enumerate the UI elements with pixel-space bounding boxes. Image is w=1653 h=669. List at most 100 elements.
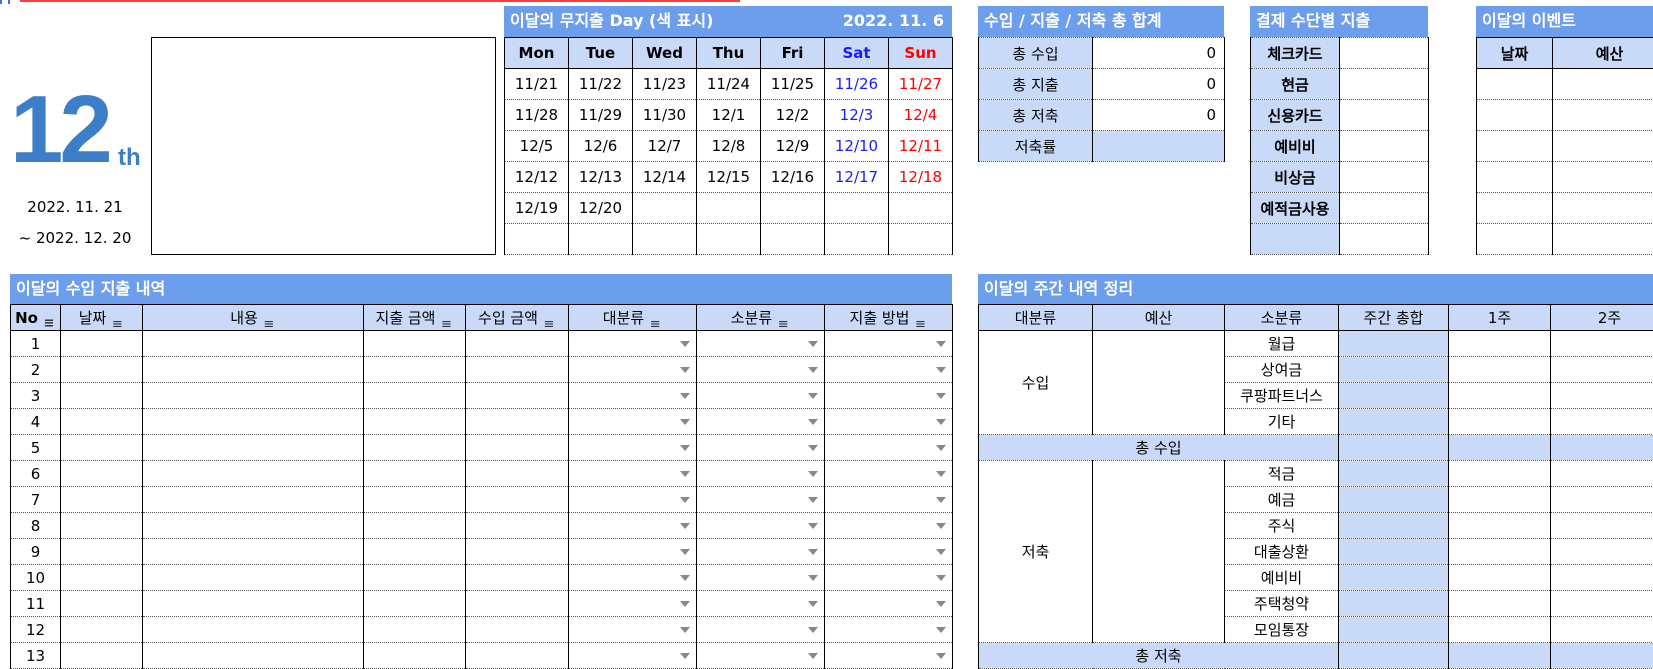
filter-icon[interactable] xyxy=(439,314,453,324)
calendar-cell[interactable]: 12/13 xyxy=(569,162,633,193)
payment-value[interactable] xyxy=(1340,162,1429,193)
ledger-cell[interactable] xyxy=(466,487,569,513)
calendar-cell[interactable]: 12/14 xyxy=(633,162,697,193)
weekly-cell[interactable] xyxy=(1449,539,1551,565)
ledger-cell[interactable] xyxy=(364,435,466,461)
weekly-cell[interactable] xyxy=(1551,331,1653,357)
ledger-cell[interactable] xyxy=(364,591,466,617)
calendar-cell[interactable] xyxy=(825,193,889,224)
ledger-cell[interactable] xyxy=(61,435,143,461)
ledger-cell[interactable] xyxy=(143,565,364,591)
subcategory-dropdown[interactable] xyxy=(697,331,825,357)
weekly-cell[interactable] xyxy=(1449,409,1551,435)
weekly-total-cell[interactable] xyxy=(1339,331,1449,357)
ledger-cell[interactable] xyxy=(466,617,569,643)
calendar-cell[interactable]: 12/12 xyxy=(505,162,569,193)
ledger-cell[interactable] xyxy=(466,383,569,409)
method-dropdown[interactable] xyxy=(825,409,953,435)
payment-value[interactable] xyxy=(1340,38,1429,69)
calendar-cell[interactable]: 11/27 xyxy=(889,69,953,100)
ledger-cell[interactable] xyxy=(61,461,143,487)
subcategory-dropdown[interactable] xyxy=(697,357,825,383)
event-cell[interactable] xyxy=(1553,193,1653,224)
event-cell[interactable] xyxy=(1477,193,1553,224)
ledger-col-date[interactable]: 날짜 xyxy=(61,305,143,331)
ledger-col-content[interactable]: 내용 xyxy=(143,305,364,331)
ledger-col-method[interactable]: 지출 방법 xyxy=(825,305,953,331)
weekly-cell[interactable] xyxy=(1551,539,1653,565)
ledger-cell[interactable] xyxy=(61,565,143,591)
weekly-total-cell[interactable] xyxy=(1339,643,1449,669)
calendar-cell[interactable]: 11/24 xyxy=(697,69,761,100)
ledger-cell[interactable] xyxy=(61,591,143,617)
subcategory-dropdown[interactable] xyxy=(697,435,825,461)
ledger-cell[interactable] xyxy=(143,539,364,565)
filter-icon[interactable] xyxy=(648,314,662,324)
method-dropdown[interactable] xyxy=(825,513,953,539)
ledger-cell[interactable] xyxy=(364,643,466,669)
category-dropdown[interactable] xyxy=(569,565,697,591)
calendar-cell[interactable] xyxy=(889,224,953,255)
weekly-cell[interactable] xyxy=(1449,591,1551,617)
weekly-cell[interactable] xyxy=(1551,383,1653,409)
filter-icon[interactable] xyxy=(913,314,927,324)
weekly-total-cell[interactable] xyxy=(1339,617,1449,643)
weekly-cell[interactable] xyxy=(1551,357,1653,383)
ledger-cell[interactable] xyxy=(466,461,569,487)
ledger-col-no[interactable]: No xyxy=(11,305,61,331)
payment-value[interactable] xyxy=(1340,69,1429,100)
ledger-cell[interactable] xyxy=(466,643,569,669)
calendar-cell[interactable] xyxy=(633,193,697,224)
category-dropdown[interactable] xyxy=(569,435,697,461)
category-dropdown[interactable] xyxy=(569,487,697,513)
weekly-total-cell[interactable] xyxy=(1339,487,1449,513)
weekly-total-cell[interactable] xyxy=(1339,591,1449,617)
filter-icon[interactable] xyxy=(262,314,276,324)
ledger-cell[interactable] xyxy=(364,357,466,383)
weekly-cell[interactable] xyxy=(1449,617,1551,643)
calendar-cell[interactable] xyxy=(505,224,569,255)
calendar-cell[interactable]: 12/6 xyxy=(569,131,633,162)
ledger-cell[interactable] xyxy=(61,643,143,669)
payment-value[interactable] xyxy=(1340,100,1429,131)
ledger-cell[interactable] xyxy=(61,357,143,383)
totals-value-savings[interactable]: 0 xyxy=(1093,100,1225,131)
ledger-cell[interactable] xyxy=(364,383,466,409)
calendar-cell[interactable]: 12/3 xyxy=(825,100,889,131)
calendar-cell[interactable]: 11/23 xyxy=(633,69,697,100)
weekly-total-cell[interactable] xyxy=(1339,565,1449,591)
event-cell[interactable] xyxy=(1477,131,1553,162)
weekly-total-cell[interactable] xyxy=(1339,357,1449,383)
method-dropdown[interactable] xyxy=(825,435,953,461)
category-dropdown[interactable] xyxy=(569,513,697,539)
ledger-cell[interactable] xyxy=(364,331,466,357)
weekly-cell[interactable] xyxy=(1449,513,1551,539)
ledger-cell[interactable] xyxy=(466,331,569,357)
ledger-cell[interactable] xyxy=(61,513,143,539)
subcategory-dropdown[interactable] xyxy=(697,409,825,435)
subcategory-dropdown[interactable] xyxy=(697,643,825,669)
weekly-cell[interactable] xyxy=(1551,565,1653,591)
calendar-cell[interactable]: 12/15 xyxy=(697,162,761,193)
subcategory-dropdown[interactable] xyxy=(697,513,825,539)
filter-icon[interactable] xyxy=(542,314,556,324)
weekly-budget-savings[interactable] xyxy=(1093,461,1225,643)
weekly-cell[interactable] xyxy=(1449,565,1551,591)
ledger-cell[interactable] xyxy=(61,487,143,513)
calendar-cell[interactable]: 11/29 xyxy=(569,100,633,131)
totals-value-expense[interactable]: 0 xyxy=(1093,69,1225,100)
weekly-cell[interactable] xyxy=(1551,435,1653,461)
ledger-cell[interactable] xyxy=(143,487,364,513)
ledger-cell[interactable] xyxy=(364,513,466,539)
calendar-cell[interactable]: 12/5 xyxy=(505,131,569,162)
category-dropdown[interactable] xyxy=(569,409,697,435)
filter-icon[interactable] xyxy=(776,314,790,324)
calendar-cell[interactable] xyxy=(761,193,825,224)
calendar-cell[interactable]: 12/11 xyxy=(889,131,953,162)
weekly-cell[interactable] xyxy=(1449,383,1551,409)
weekly-cell[interactable] xyxy=(1551,591,1653,617)
event-cell[interactable] xyxy=(1477,224,1553,255)
ledger-cell[interactable] xyxy=(61,539,143,565)
ledger-cell[interactable] xyxy=(61,331,143,357)
calendar-cell[interactable]: 12/19 xyxy=(505,193,569,224)
